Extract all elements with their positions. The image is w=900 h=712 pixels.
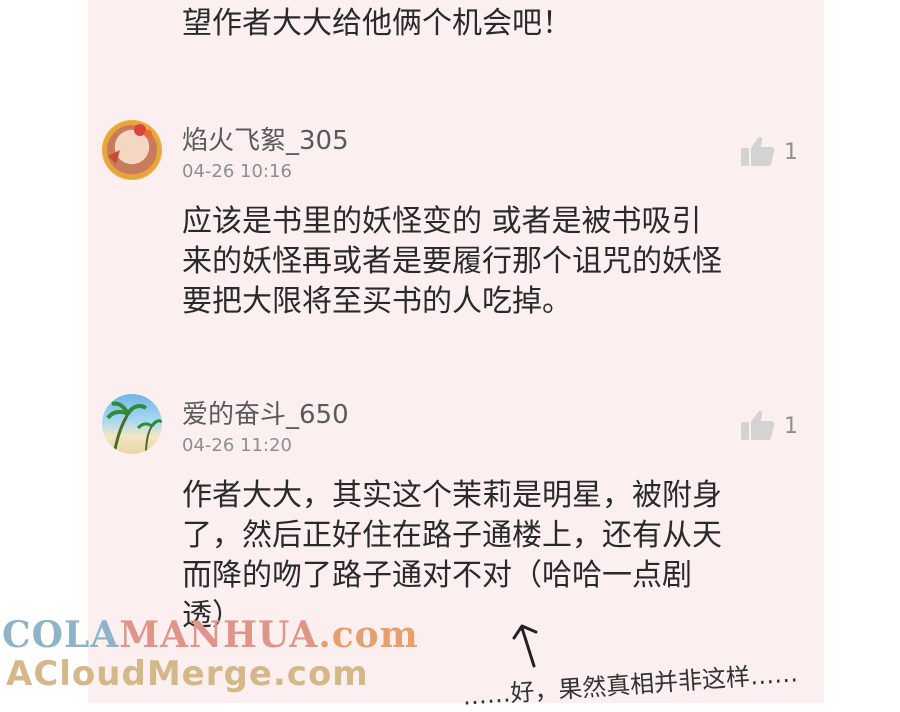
thumbs-up-icon[interactable] (741, 135, 775, 167)
username[interactable]: 爱的奋斗_650 (182, 394, 349, 431)
comment-line: 来的妖怪再或者是要履行那个诅咒的妖怪 (182, 244, 722, 279)
avatar[interactable] (102, 394, 162, 454)
comment-line: 了，然后正好住在路子通楼上，还有从天 (182, 518, 722, 553)
watermark-part: MANHUA (119, 614, 319, 656)
previous-comment-text: 望作者大大给他俩个机会吧！ (182, 6, 572, 41)
comment-body: 应该是书里的妖怪变的 或者是被书吸引 来的妖怪再或者是要履行那个诅咒的妖怪 要把… (182, 202, 802, 322)
watermark-site: COLAMANHUA.com (2, 614, 419, 656)
like-count: 1 (784, 140, 798, 165)
username[interactable]: 焰火飞絮_305 (182, 120, 349, 157)
comment-line: 应该是书里的妖怪变的 或者是被书吸引 (182, 204, 702, 239)
thumbs-up-icon[interactable] (741, 409, 775, 441)
like-count: 1 (784, 414, 798, 439)
timestamp: 04-26 10:16 (182, 161, 292, 182)
watermark-part: COLA (2, 614, 120, 656)
comment-line: 要把大限将至买书的人吃掉。 (182, 284, 572, 319)
timestamp: 04-26 11:20 (182, 435, 292, 456)
comment-body: 作者大大，其实这个茉莉是明星，被附身 了，然后正好住在路子通楼上，还有从天 而降… (182, 476, 802, 636)
watermark-part: .com (318, 614, 419, 656)
arrow-icon (512, 624, 538, 668)
comment-line: 作者大大，其实这个茉莉是明星，被附身 (182, 478, 722, 513)
avatar[interactable] (102, 120, 162, 180)
watermark-merge: ACloudMerge.com (6, 654, 369, 694)
comment-line: 而降的吻了路子通对不对（哈哈一点剧 (182, 558, 692, 593)
